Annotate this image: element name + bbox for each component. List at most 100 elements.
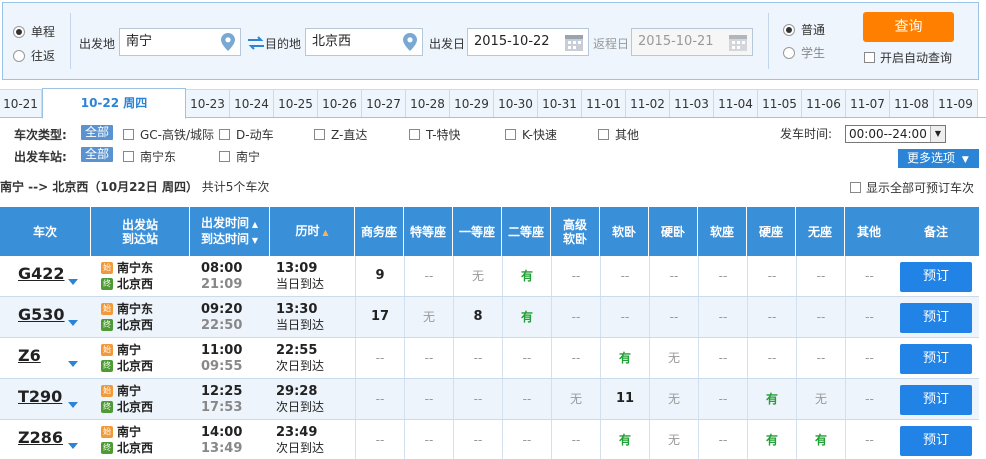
header-remark: 备注 <box>893 207 979 256</box>
date-tab[interactable]: 10-25 <box>274 89 318 117</box>
from-station-input[interactable]: 南宁 <box>119 28 241 56</box>
swap-icon[interactable] <box>247 36 265 50</box>
departure-station-name: 南宁东 <box>117 261 154 275</box>
arrival-station: 终北京西 <box>101 441 153 455</box>
book-button[interactable]: 预订 <box>900 262 972 292</box>
to-station-input[interactable]: 北京西 <box>305 28 423 56</box>
date-tab[interactable]: 11-01 <box>582 89 626 117</box>
date-tab[interactable]: 11-07 <box>846 89 890 117</box>
arrival-time: 17:53 <box>201 400 243 415</box>
train-type-checkbox[interactable]: T-特快 <box>409 126 461 143</box>
chevron-down-icon[interactable] <box>68 279 78 285</box>
train-type-checkbox[interactable]: 其他 <box>598 126 639 143</box>
train-type-checkbox[interactable]: Z-直达 <box>314 126 367 143</box>
date-tab[interactable]: 11-06 <box>802 89 846 117</box>
seat-availability: -- <box>404 420 453 459</box>
departure-station-name: 南宁 <box>117 425 142 439</box>
seat-availability: -- <box>502 420 551 459</box>
passenger-type-normal[interactable]: 普通 <box>783 21 825 38</box>
date-tab[interactable]: 11-04 <box>714 89 758 117</box>
passenger-type-student[interactable]: 学生 <box>783 44 825 61</box>
date-tab[interactable]: 10-21 <box>0 89 42 117</box>
book-button[interactable]: 预订 <box>900 426 972 456</box>
seat-availability: -- <box>453 338 502 378</box>
query-button[interactable]: 查询 <box>863 12 954 42</box>
date-tab[interactable]: 10-26 <box>318 89 362 117</box>
date-tab[interactable]: 11-03 <box>670 89 714 117</box>
station-checkbox[interactable]: 南宁东 <box>123 148 176 165</box>
header-seat-label: 高级软卧 <box>562 217 587 246</box>
return-date-input[interactable]: 2015-10-21 <box>631 28 753 56</box>
date-tab[interactable]: 10-28 <box>406 89 450 117</box>
train-number-link[interactable]: G422 <box>18 264 65 283</box>
train-number-link[interactable]: G530 <box>18 305 65 324</box>
header-time[interactable]: 出发时间 ▲ 到达时间 ▼ <box>190 207 270 256</box>
seat-availability: 有 <box>796 420 845 459</box>
date-tab[interactable]: 10-22 周四 <box>42 88 186 119</box>
trip-type-one-way[interactable]: 单程 <box>13 23 55 40</box>
date-tab[interactable]: 10-27 <box>362 89 406 117</box>
table-row: G422 始南宁东终北京西 08:00 21:09 13:09 当日到达 9 -- 无有 -- --… <box>0 256 979 297</box>
header-seat: 高级软卧 <box>551 207 600 256</box>
depart-date-input[interactable]: 2015-10-22 <box>467 28 589 56</box>
date-tab[interactable]: 11-05 <box>758 89 802 117</box>
header-time-bottom: 到达时间 ▼ <box>201 232 258 248</box>
start-station-icon: 始 <box>101 385 113 397</box>
seat-availability: -- <box>698 338 747 378</box>
more-options-button[interactable]: 更多选项 ▼ <box>898 149 979 168</box>
train-type-all-button[interactable]: 全部 <box>81 125 114 140</box>
train-type-checkbox[interactable]: D-动车 <box>219 126 274 143</box>
train-type-checkbox[interactable]: GC-高铁/城际 <box>123 126 214 143</box>
chevron-down-icon[interactable] <box>68 320 78 326</box>
checkbox-icon <box>123 151 134 162</box>
train-number-link[interactable]: Z286 <box>18 428 63 447</box>
train-number-link[interactable]: Z6 <box>18 346 41 365</box>
auto-query-label: 开启自动查询 <box>880 51 953 65</box>
duration: 13:09 <box>276 261 318 276</box>
header-duration-inner: 历时 ▲ <box>296 224 329 240</box>
chevron-down-icon[interactable] <box>68 361 78 367</box>
station-checkbox[interactable]: 南宁 <box>219 148 260 165</box>
arrival-time: 21:09 <box>201 277 243 292</box>
table-header: 车次 出发站 到达站 出发时间 ▲ 到达时间 ▼ 历时 ▲ 商务座 特等座 一等座二… <box>0 207 979 256</box>
arrival-note: 当日到达 <box>276 318 325 332</box>
radio-icon <box>13 49 25 62</box>
book-button[interactable]: 预订 <box>900 344 972 374</box>
depart-time-select[interactable]: 00:00--24:00 ▼ <box>845 125 946 143</box>
table-row: T290 始南宁终北京西 12:25 17:53 29:28 次日到达 -- -- -- -- 无 1… <box>0 379 979 420</box>
end-station-icon: 终 <box>101 442 113 454</box>
arrival-station: 终北京西 <box>101 277 153 291</box>
seat-availability: 有 <box>747 420 796 459</box>
seat-availability: 有 <box>600 420 649 459</box>
depart-date-label: 出发日 <box>429 37 466 51</box>
date-tab[interactable]: 10-24 <box>230 89 274 117</box>
date-tab[interactable]: 11-09 <box>934 89 978 117</box>
arrival-station: 终北京西 <box>101 400 153 414</box>
date-tab[interactable]: 11-08 <box>890 89 934 117</box>
seat-availability: 无 <box>551 379 600 419</box>
header-seat: 软座 <box>698 207 747 256</box>
show-all-bookable-checkbox[interactable]: 显示全部可预订车次 <box>850 179 974 196</box>
book-button[interactable]: 预订 <box>900 303 972 333</box>
date-tab[interactable]: 10-31 <box>538 89 582 117</box>
date-tab[interactable]: 10-23 <box>186 89 230 117</box>
train-type-label: 车次类型: <box>14 128 67 142</box>
auto-query-checkbox[interactable]: 开启自动查询 <box>864 49 952 66</box>
date-tab[interactable]: 10-30 <box>494 89 538 117</box>
header-seat-label: 软座 <box>709 224 734 239</box>
date-tab[interactable]: 10-29 <box>450 89 494 117</box>
chevron-down-icon[interactable] <box>68 402 78 408</box>
book-button[interactable]: 预订 <box>900 385 972 415</box>
train-type-checkbox[interactable]: K-快速 <box>505 126 557 143</box>
seat-availability: 11 <box>600 379 649 419</box>
date-tab[interactable]: 11-02 <box>626 89 670 117</box>
header-duration[interactable]: 历时 ▲ <box>270 207 355 256</box>
station-all-button[interactable]: 全部 <box>81 147 114 162</box>
train-number-link[interactable]: T290 <box>18 387 62 406</box>
chevron-down-icon[interactable] <box>68 443 78 449</box>
trip-type-round-trip[interactable]: 往返 <box>13 47 55 64</box>
header-seat-label: 无座 <box>807 224 832 239</box>
header-seat: 商务座 <box>355 207 404 256</box>
header-seat: 无座 <box>796 207 845 256</box>
filter-area: 车次类型: 全部 GC-高铁/城际 D-动车 Z-直达 T-特快 K-快速 其他 发车时间… <box>0 118 986 168</box>
